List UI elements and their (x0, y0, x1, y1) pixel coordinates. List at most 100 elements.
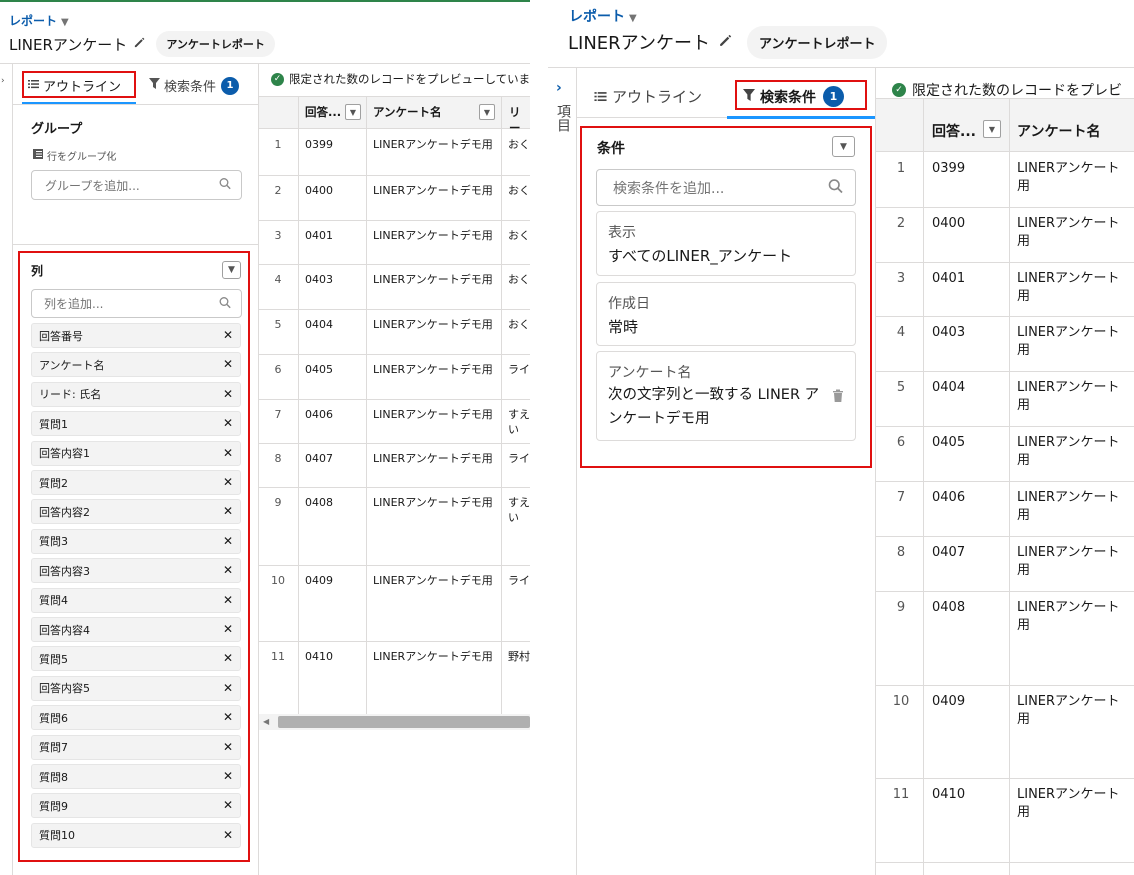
close-icon[interactable]: ✕ (223, 387, 233, 401)
close-icon[interactable]: ✕ (223, 681, 233, 695)
column-header-survey-name[interactable]: アンケート名 (373, 104, 442, 120)
cell-lead: おく (508, 318, 530, 331)
chevron-right-icon[interactable]: › (556, 80, 562, 96)
column-pill[interactable]: リード: 氏名 ✕ (31, 381, 241, 407)
column-menu-button[interactable]: ▼ (222, 261, 241, 279)
column-pill[interactable]: 質問4 ✕ (31, 587, 241, 613)
pencil-icon[interactable] (718, 32, 733, 53)
column-header-survey-name[interactable]: アンケート名 (1017, 121, 1100, 141)
column-pill[interactable]: 質問8 ✕ (31, 764, 241, 789)
pencil-icon[interactable] (133, 35, 146, 53)
close-icon[interactable]: ✕ (223, 828, 233, 842)
grid-col-border (298, 97, 299, 714)
filter-icon (149, 78, 160, 93)
tabs-divider (13, 104, 258, 105)
table-row-divider (259, 565, 530, 566)
cell-response-no: 0404 (305, 318, 333, 331)
column-pill[interactable]: アンケート名 ✕ (31, 352, 241, 378)
tab-filters[interactable]: 検索条件 1 (149, 76, 240, 95)
column-pill[interactable]: 質問5 ✕ (31, 646, 241, 672)
group-add-input[interactable]: グループを追加... (31, 170, 242, 200)
horizontal-scrollbar-thumb[interactable] (278, 716, 530, 728)
close-icon[interactable]: ✕ (223, 446, 233, 460)
close-icon[interactable]: ✕ (223, 416, 233, 430)
column-pill-label: 回答内容1 (39, 447, 90, 461)
column-header-response-no[interactable]: 回答... (932, 121, 976, 141)
column-pill-label: 回答内容2 (39, 505, 90, 519)
column-pill[interactable]: 質問10 ✕ (31, 822, 241, 848)
close-icon[interactable]: ✕ (223, 357, 233, 371)
close-icon[interactable]: ✕ (223, 475, 233, 489)
breadcrumb[interactable]: レポート ▼ (9, 12, 69, 29)
filter-section-title: 条件 (597, 141, 625, 157)
close-icon[interactable]: ✕ (223, 504, 233, 518)
table-row-divider (876, 778, 1134, 779)
filter-add-input[interactable]: 検索条件を追加... (596, 169, 856, 206)
column-pill[interactable]: 質問3 ✕ (31, 528, 241, 554)
column-pill[interactable]: 回答内容5 ✕ (31, 675, 241, 701)
cell-lead: ライ (508, 363, 530, 376)
close-icon[interactable]: ✕ (223, 563, 233, 577)
column-pill[interactable]: 質問7 ✕ (31, 734, 241, 760)
breadcrumb[interactable]: レポート ▼ (569, 6, 637, 26)
column-pill[interactable]: 質問1 ✕ (31, 411, 241, 437)
close-icon[interactable]: ✕ (223, 534, 233, 548)
cell-response-no: 0401 (932, 271, 966, 286)
breadcrumb-label: レポート (569, 9, 625, 25)
report-title: LINERアンケート アンケートレポート (568, 25, 888, 59)
filter-card-survey-name[interactable]: アンケート名 次の文字列と一致する LINER アンケートデモ用 (596, 351, 856, 441)
column-header-menu-button[interactable]: ▼ (345, 104, 361, 120)
fields-side-label[interactable]: 項目 (553, 104, 571, 132)
section-divider (13, 244, 258, 245)
table-row-divider (259, 443, 530, 444)
column-pill[interactable]: 回答内容3 ✕ (31, 558, 241, 584)
column-pill[interactable]: 質問2 ✕ (31, 470, 241, 495)
filter-card-created-date[interactable]: 作成日 常時 (596, 282, 856, 346)
search-icon (219, 178, 231, 193)
column-pill[interactable]: 回答内容1 ✕ (31, 440, 241, 466)
row-number: 8 (896, 545, 906, 560)
close-icon[interactable]: ✕ (223, 710, 233, 724)
column-header-lead[interactable]: リー (509, 104, 530, 136)
cell-response-no: 0409 (305, 574, 333, 587)
column-pill[interactable]: 回答内容4 ✕ (31, 617, 241, 642)
column-pill[interactable]: 質問9 ✕ (31, 793, 241, 819)
row-number: 3 (274, 229, 282, 242)
close-icon[interactable]: ✕ (223, 593, 233, 607)
filter-menu-button[interactable]: ▼ (832, 136, 855, 157)
close-icon[interactable]: ✕ (223, 740, 233, 754)
column-header-response-no[interactable]: 回答... (305, 104, 341, 120)
column-pill[interactable]: 回答番号 ✕ (31, 323, 241, 348)
chevron-down-icon[interactable]: ▼ (61, 17, 69, 28)
scroll-left-arrow-icon[interactable]: ◀ (263, 717, 269, 726)
column-pill[interactable]: 回答内容2 ✕ (31, 499, 241, 525)
column-add-input[interactable]: 列を追加... (31, 289, 242, 318)
filter-card-value: 常時 (608, 318, 639, 336)
table-row-divider (876, 862, 1134, 863)
row-number: 7 (896, 490, 906, 505)
close-icon[interactable]: ✕ (223, 769, 233, 783)
cell-survey-name: LINERアンケートデモ用 (373, 273, 493, 286)
cell-survey-name: LINERアンケート用 (1017, 600, 1120, 633)
close-icon[interactable]: ✕ (223, 651, 233, 665)
filter-card-scope[interactable]: 表示 すべてのLINER_アンケート (596, 211, 856, 276)
list-icon (594, 88, 607, 106)
column-header-menu-button[interactable]: ▼ (983, 120, 1001, 138)
trash-icon[interactable] (832, 389, 844, 406)
row-number: 4 (274, 273, 282, 286)
close-icon[interactable]: ✕ (223, 328, 233, 342)
chevron-right-icon[interactable]: › (1, 76, 5, 86)
close-icon[interactable]: ✕ (223, 798, 233, 812)
filter-add-placeholder: 検索条件を追加... (613, 180, 725, 197)
cell-lead: 野村 (508, 650, 530, 663)
tab-outline[interactable]: アウトライン (594, 86, 702, 107)
row-group-text: 行をグループ化 (47, 152, 117, 163)
column-pill[interactable]: 質問6 ✕ (31, 705, 241, 731)
column-header-menu-button[interactable]: ▼ (479, 104, 495, 120)
close-icon[interactable]: ✕ (223, 622, 233, 636)
row-number: 9 (274, 496, 282, 509)
chevron-down-icon[interactable]: ▼ (629, 13, 637, 24)
cell-response-no: 0399 (305, 138, 333, 151)
cell-survey-name: LINERアンケートデモ用 (373, 650, 493, 663)
cell-survey-name: LINERアンケートデモ用 (373, 229, 493, 242)
